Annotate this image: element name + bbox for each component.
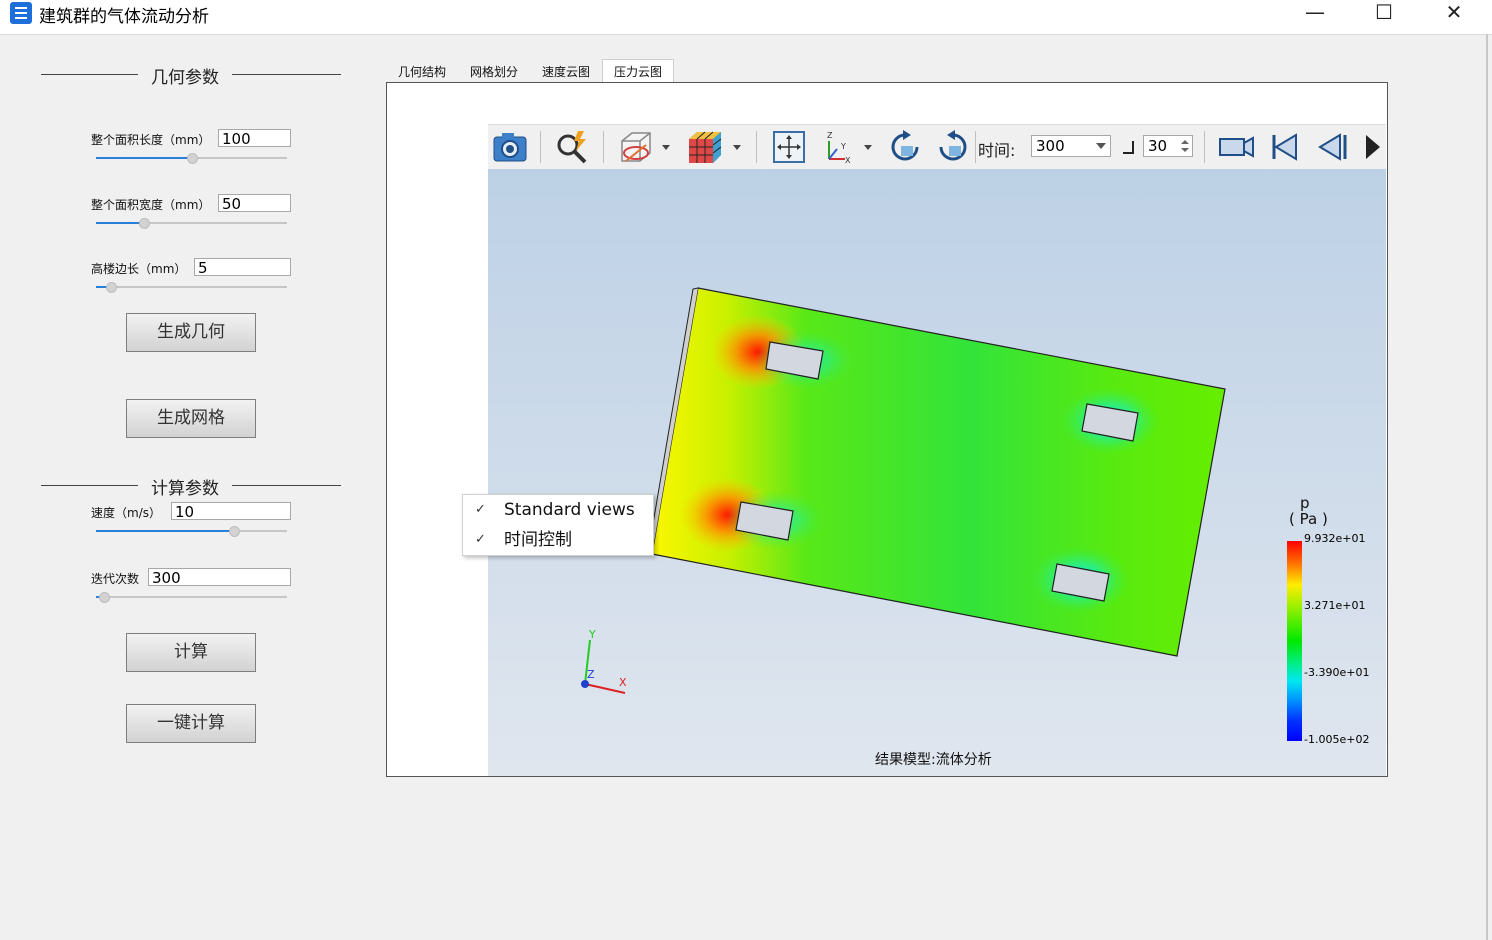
speed-slider[interactable] [96, 526, 287, 537]
rotate-counterclockwise-icon[interactable] [935, 129, 971, 165]
iterations-slider[interactable] [96, 592, 287, 603]
compute-button[interactable]: 计算 [126, 633, 256, 672]
minimize-button[interactable]: — [1292, 0, 1338, 26]
fit-view-icon[interactable] [771, 129, 807, 165]
menu-item-label: 时间控制 [504, 530, 572, 550]
colorbar-unit: ( Pa ) [1289, 510, 1328, 528]
divider [41, 485, 138, 486]
tab-velocity[interactable]: 速度云图 [530, 60, 602, 82]
axis-x-label: X [619, 676, 627, 689]
display-mode-cube-icon[interactable] [685, 129, 725, 165]
step-spinbox-value: 30 [1148, 137, 1168, 155]
svg-text:X: X [845, 156, 851, 165]
width-slider[interactable] [96, 218, 287, 229]
chevron-down-icon[interactable] [862, 129, 874, 165]
menu-item-time-control[interactable]: ✓ 时间控制 [463, 525, 653, 555]
colorbar-tick-min: -1.005e+02 [1304, 733, 1370, 746]
window-edge [1486, 34, 1488, 940]
tower-label: 高楼边长（mm） [91, 262, 187, 276]
previous-frame-icon[interactable] [1316, 129, 1350, 165]
axes-orientation-icon[interactable]: Z Y X [821, 129, 857, 165]
result-caption: 结果模型:流体分析 [875, 752, 992, 768]
width-slider-handle[interactable] [138, 218, 150, 229]
geometry-heading: 几何参数 [151, 68, 219, 88]
colorbar-tick: -3.390e+01 [1304, 666, 1370, 679]
time-select[interactable]: 300 [1031, 135, 1111, 157]
time-label: 时间: [978, 141, 1016, 160]
speed-slider-handle[interactable] [228, 526, 240, 537]
axis-z-label: Z [587, 668, 595, 681]
rotate-clockwise-icon[interactable] [887, 129, 923, 165]
colorbar-tick-max: 9.932e+01 [1304, 532, 1366, 545]
iterations-slider-handle[interactable] [98, 592, 110, 603]
checkmark-icon: ✓ [475, 502, 486, 517]
width-input[interactable]: 50 [218, 194, 291, 213]
divider [41, 74, 138, 75]
length-slider[interactable] [96, 153, 287, 164]
iterations-input[interactable]: 300 [148, 568, 291, 587]
colorbar-tick: 3.271e+01 [1304, 599, 1366, 612]
generate-mesh-button[interactable]: 生成网格 [126, 399, 256, 438]
spin-arrows-icon[interactable] [1181, 139, 1189, 153]
first-frame-icon[interactable] [1268, 129, 1302, 165]
svg-text:Z: Z [827, 131, 833, 140]
clip-plane-icon[interactable] [616, 129, 656, 165]
screenshot-camera-icon[interactable] [492, 129, 528, 165]
context-menu: ✓ Standard views ✓ 时间控制 [462, 494, 654, 556]
maximize-button[interactable]: ☐ [1361, 0, 1407, 26]
one-click-compute-button[interactable]: 一键计算 [126, 704, 256, 743]
step-marker-icon [1123, 141, 1134, 154]
length-label: 整个面积长度（mm） [91, 133, 211, 147]
tab-pressure[interactable]: 压力云图 [602, 59, 674, 83]
app-icon [10, 2, 32, 24]
viewer-toolbar: Z Y X 时间: 300 30 [488, 124, 1386, 170]
tower-slider-handle[interactable] [106, 282, 118, 293]
chevron-down-icon[interactable] [660, 129, 672, 165]
length-slider-handle[interactable] [186, 153, 198, 164]
svg-text:Y: Y [840, 142, 846, 151]
tower-slider[interactable] [96, 282, 287, 293]
time-select-value: 300 [1036, 137, 1065, 155]
chevron-down-icon[interactable] [731, 129, 743, 165]
step-spinbox[interactable]: 30 [1143, 135, 1193, 157]
speed-label: 速度（m/s） [91, 506, 161, 520]
generate-geometry-button[interactable]: 生成几何 [126, 313, 256, 352]
play-icon[interactable] [1364, 129, 1382, 165]
tab-geometry[interactable]: 几何结构 [387, 60, 457, 82]
tower-input[interactable]: 5 [194, 258, 291, 277]
menu-item-label: Standard views [504, 500, 635, 520]
zoom-fit-icon[interactable] [554, 129, 590, 165]
menu-item-standard-views[interactable]: ✓ Standard views [463, 495, 653, 525]
length-input[interactable]: 100 [218, 129, 291, 148]
tab-mesh[interactable]: 网格划分 [458, 60, 530, 82]
video-record-icon[interactable] [1218, 129, 1256, 165]
checkmark-icon: ✓ [475, 532, 486, 547]
close-button[interactable]: ✕ [1431, 0, 1477, 26]
compute-heading: 计算参数 [151, 479, 219, 499]
width-label: 整个面积宽度（mm） [91, 198, 211, 212]
divider [232, 74, 341, 75]
chevron-down-icon [1096, 143, 1106, 149]
window-title: 建筑群的气体流动分析 [39, 7, 209, 27]
axis-y-label: Y [589, 628, 596, 641]
divider [232, 485, 341, 486]
speed-input[interactable]: 10 [171, 502, 291, 521]
colorbar [1287, 541, 1302, 741]
iterations-label: 迭代次数 [91, 572, 140, 586]
title-bar: 建筑群的气体流动分析 — ☐ ✕ [0, 0, 1492, 35]
